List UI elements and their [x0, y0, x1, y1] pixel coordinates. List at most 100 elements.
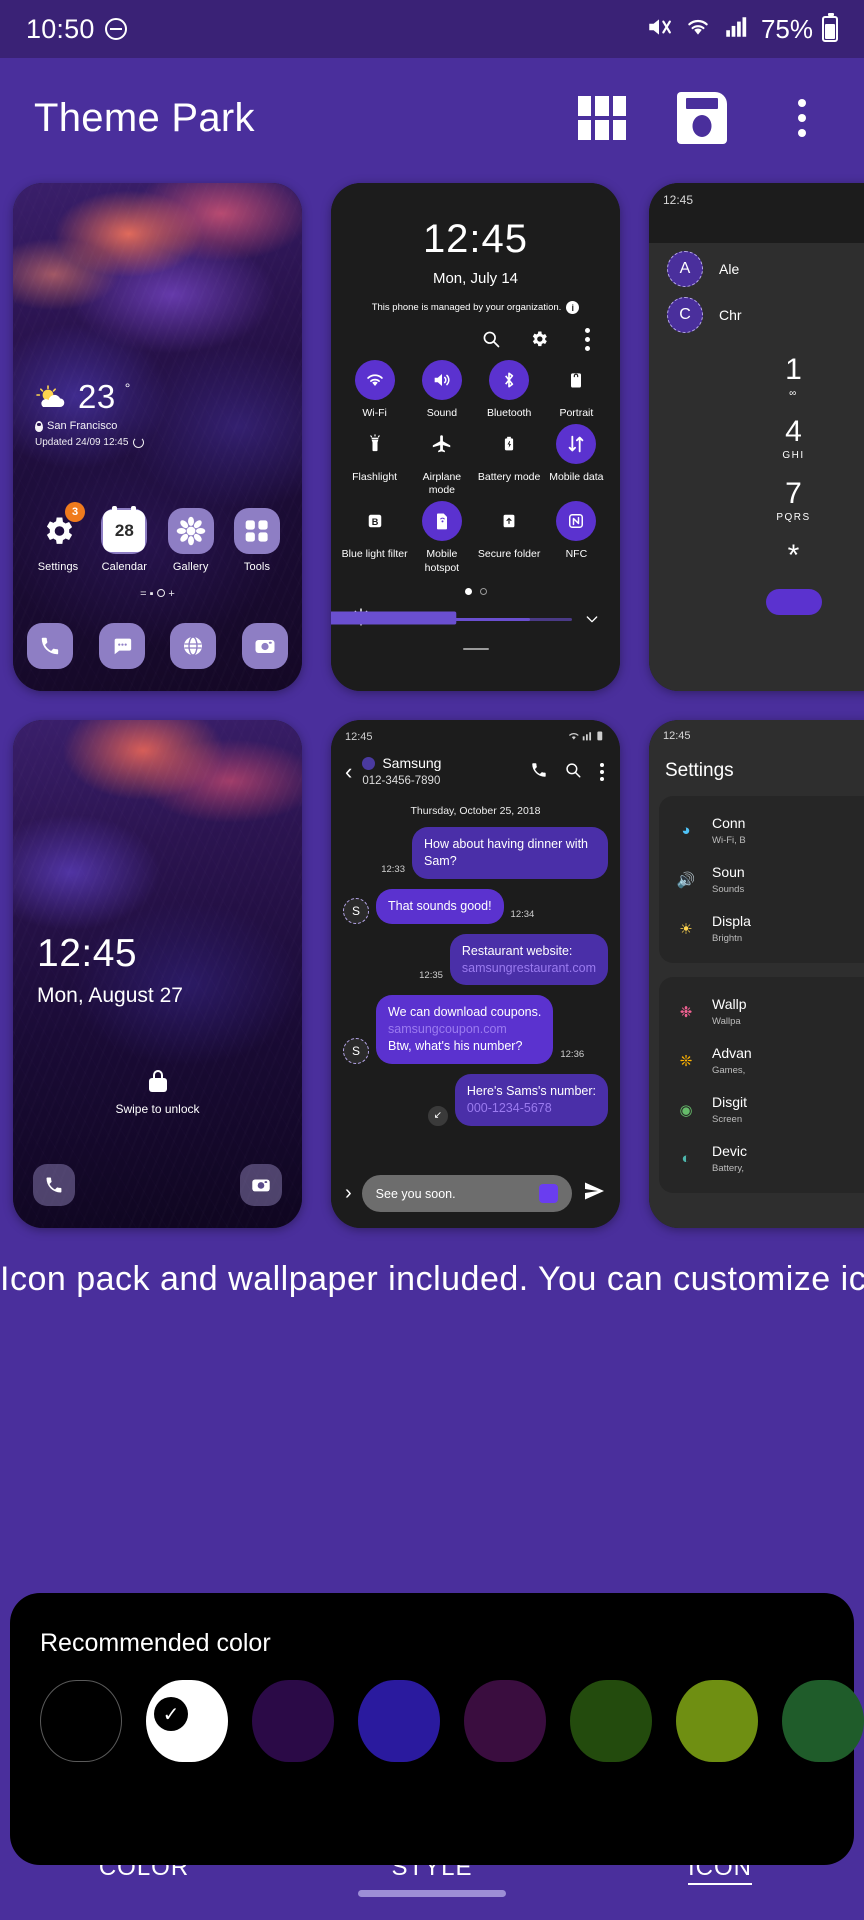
messages-status-time: 12:45: [345, 731, 373, 743]
quick-toggle-hotspot[interactable]: Mobile hotspot: [408, 501, 475, 574]
save-icon[interactable]: [674, 90, 730, 146]
preview-card-messages[interactable]: 12:45 ‹ Samsung 012-3456-7890 Thursday, …: [331, 720, 620, 1228]
brightness-knob[interactable]: [331, 611, 457, 625]
home-app-settings[interactable]: 3 Settings: [27, 502, 89, 573]
status-bar: 10:50 75%: [0, 0, 864, 58]
list-item[interactable]: A Ale: [667, 251, 864, 287]
preview-card-quick-panel[interactable]: 12:45 Mon, July 14 This phone is managed…: [331, 183, 620, 691]
phone-icon[interactable]: [27, 623, 73, 669]
preview-card-lock-screen[interactable]: 12:45 Mon, August 27 Swipe to unlock: [13, 720, 302, 1228]
color-swatch-dark-green[interactable]: [570, 1680, 652, 1762]
color-swatch-indigo[interactable]: [358, 1680, 440, 1762]
home-app-calendar[interactable]: 28 Calendar: [93, 506, 155, 573]
more-options-icon[interactable]: [774, 90, 830, 146]
quick-toggle-portrait[interactable]: Portrait: [543, 360, 610, 420]
message-bubble: Restaurant website: samsungrestaurant.co…: [449, 933, 608, 986]
weather-location-label: San Francisco: [47, 420, 118, 432]
brightness-slider[interactable]: [331, 595, 620, 632]
settings-item-advanced[interactable]: ❊ Advan Games,: [659, 1036, 864, 1085]
preview-card-home[interactable]: 23 ° San Francisco Updated 24/09 12:45 3…: [13, 183, 302, 691]
more-options-icon[interactable]: [576, 327, 598, 351]
quick-toggle-wifi[interactable]: Wi-Fi: [341, 360, 408, 420]
preview-row-2: 12:45 Mon, August 27 Swipe to unlock 12:…: [0, 720, 864, 1228]
color-swatch-custom[interactable]: [40, 1680, 122, 1762]
send-icon[interactable]: [582, 1179, 606, 1209]
back-arrow-icon[interactable]: ‹: [345, 761, 352, 783]
messages-icon[interactable]: [98, 623, 145, 669]
preview-card-dialer[interactable]: 12:45 A Ale C Chr 1 ∞ 4 GHI 7 PQRS *: [649, 183, 864, 691]
status-bar-right: 75%: [644, 13, 838, 45]
quick-toggle-airplane[interactable]: Airplane mode: [408, 424, 475, 497]
message-bubble: How about having dinner with Sam?: [412, 827, 608, 879]
settings-item-sub: Battery,: [712, 1163, 745, 1174]
settings-item-device-care[interactable]: ◐ Devic Battery,: [659, 1134, 864, 1183]
quick-toggle-nfc[interactable]: NFC: [543, 501, 610, 574]
preview-card-settings[interactable]: 12:45 Settings ◕ Conn Wi-Fi, B 🔊 Soun So…: [649, 720, 864, 1228]
home-indicator[interactable]: [358, 1889, 506, 1897]
settings-item-wallpaper[interactable]: ❉ Wallp Wallpa: [659, 987, 864, 1036]
phone-icon[interactable]: [530, 761, 548, 784]
message-link[interactable]: 000-1234-5678: [467, 1101, 552, 1115]
more-options-icon[interactable]: [598, 763, 606, 781]
phone-icon[interactable]: [33, 1164, 75, 1206]
preview-row-1: 23 ° San Francisco Updated 24/09 12:45 3…: [0, 183, 864, 691]
camera-icon[interactable]: [240, 1164, 282, 1206]
blue-light-filter-icon: B: [355, 501, 395, 541]
color-swatch-white[interactable]: ✓: [146, 1680, 228, 1762]
search-icon[interactable]: [564, 761, 582, 784]
home-app-label: Tools: [243, 561, 271, 573]
message-input[interactable]: See you soon.: [361, 1175, 572, 1212]
message-row: 12:33 How about having dinner with Sam?: [343, 827, 608, 879]
search-icon[interactable]: [480, 328, 502, 350]
home-app-tools[interactable]: Tools: [226, 508, 288, 573]
settings-item-sounds[interactable]: 🔊 Soun Sounds: [659, 855, 864, 904]
weather-updated-label: Updated 24/09 12:45: [35, 437, 129, 448]
settings-item-display[interactable]: ☀ Displa Brightn: [659, 904, 864, 953]
quick-toggle-mobile-data[interactable]: Mobile data: [543, 424, 610, 497]
quick-toggle-flashlight[interactable]: Flashlight: [341, 424, 408, 497]
gear-icon[interactable]: [528, 328, 550, 350]
dial-key-star[interactable]: *: [649, 541, 864, 571]
dial-key-1[interactable]: 1 ∞: [649, 353, 864, 400]
contact-name-row: Samsung: [362, 755, 520, 771]
info-icon[interactable]: i: [566, 301, 580, 314]
brightness-track[interactable]: [331, 611, 572, 625]
internet-icon[interactable]: [170, 623, 217, 669]
camera-icon[interactable]: [241, 623, 288, 669]
list-item[interactable]: C Chr: [667, 297, 864, 333]
tools-folder-icon: [233, 508, 280, 554]
message-link[interactable]: samsungcoupon.com: [388, 1022, 507, 1036]
grid-view-icon[interactable]: [574, 90, 630, 146]
quick-toggle-secure-folder[interactable]: Secure folder: [476, 501, 543, 574]
panel-drag-handle[interactable]: [462, 647, 489, 651]
quick-toggle-bluetooth[interactable]: Bluetooth: [476, 360, 543, 420]
battery-mode-icon: [489, 424, 529, 464]
refresh-icon[interactable]: [133, 437, 145, 448]
call-button[interactable]: [765, 589, 822, 615]
dial-key-7[interactable]: 7 PQRS: [649, 479, 864, 524]
color-swatch-deep-purple[interactable]: [252, 1680, 334, 1762]
message-link[interactable]: samsungrestaurant.com: [462, 961, 596, 975]
quick-toggle-battery-mode[interactable]: Battery mode: [476, 424, 543, 497]
color-swatch-forest[interactable]: [782, 1680, 864, 1762]
settings-item-connections[interactable]: ◕ Conn Wi-Fi, B: [659, 806, 864, 855]
quick-toggle-label: NFC: [565, 548, 588, 561]
dial-key-4[interactable]: 4 GHI: [649, 415, 864, 462]
color-swatch-row: ✓: [40, 1680, 864, 1762]
message-row: S We can download coupons. samsungcoupon…: [343, 995, 608, 1064]
dial-key-number: 1: [785, 353, 802, 386]
quick-toggle-sound[interactable]: Sound: [408, 360, 475, 420]
avatar: C: [667, 297, 703, 333]
dial-key-number: 4: [785, 415, 802, 448]
messages-header: ‹ Samsung 012-3456-7890: [331, 745, 620, 801]
home-app-gallery[interactable]: Gallery: [160, 508, 222, 573]
color-swatch-plum[interactable]: [464, 1680, 546, 1762]
wallpaper-icon: ❉: [679, 1003, 693, 1021]
expand-arrow-icon[interactable]: ›: [345, 1182, 352, 1205]
sticker-icon[interactable]: [539, 1184, 558, 1203]
color-swatch-olive[interactable]: [676, 1680, 758, 1762]
settings-item-digital-wellbeing[interactable]: ◉ Disgit Screen: [659, 1085, 864, 1134]
quick-toggle-blue-light[interactable]: B Blue light filter: [341, 501, 408, 574]
app-bar-actions: [574, 90, 830, 146]
chevron-down-icon[interactable]: [584, 611, 600, 627]
